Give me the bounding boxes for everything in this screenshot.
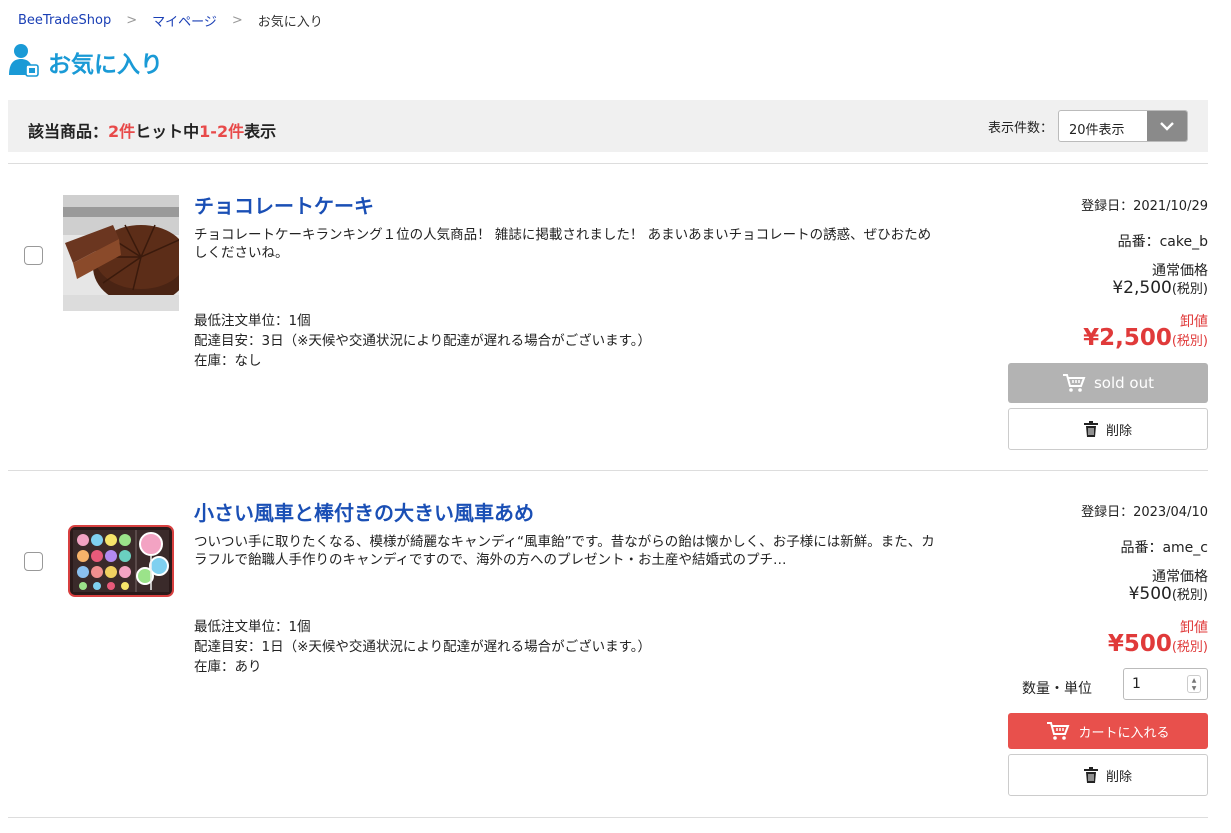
wholesale-price: ¥500(税別) (1107, 631, 1208, 657)
list-item: チョコレートケーキ チョコレートケーキランキング１位の人気商品！ 雑誌に掲載され… (8, 164, 1208, 470)
quantity-stepper[interactable]: 1 ▲ ▼ (1123, 668, 1208, 700)
item-checkbox[interactable] (24, 552, 43, 571)
regular-price-label: 通常価格 (1152, 263, 1208, 279)
delivery-estimate: 配達目安：1日（※天候や交通状況により配達が遅れる場合がございます。） (194, 639, 652, 655)
results-count: 該当商品：2件ヒット中1-2件表示 (28, 122, 277, 141)
min-order: 最低注文単位：1個 (194, 619, 311, 635)
regular-price-label: 通常価格 (1152, 569, 1208, 585)
min-order: 最低注文単位：1個 (194, 313, 311, 329)
delivery-estimate: 配達目安：3日（※天候や交通状況により配達が遅れる場合がございます。） (194, 333, 652, 349)
breadcrumb-current: お気に入り (257, 15, 323, 30)
wholesale-price: ¥2,500(税別) (1083, 325, 1208, 351)
quantity-value: 1 (1132, 676, 1141, 692)
chevron-right-icon: > (231, 13, 243, 28)
product-description: チョコレートケーキランキング１位の人気商品！ 雑誌に掲載されました！ あまいあま… (194, 227, 932, 261)
per-page-value: 20件表示 (1069, 123, 1125, 138)
chevron-right-icon: > (126, 13, 138, 28)
stock-status: 在庫：なし (194, 353, 262, 369)
product-sku: 品番：cake_b (1117, 234, 1208, 250)
trash-icon (1083, 767, 1098, 783)
chevron-down-icon (1147, 111, 1187, 141)
product-sku: 品番：ame_c (1120, 540, 1208, 556)
list-item: 小さい風車と棒付きの大きい風車あめ ついつい手に取りたくなる、模様が綺麗なキャン… (8, 471, 1208, 817)
spinner-icon[interactable]: ▲ ▼ (1187, 675, 1201, 693)
product-image-chocolate-cake[interactable] (63, 195, 189, 311)
breadcrumb: BeeTradeShop > マイページ > お気に入り (18, 11, 323, 30)
add-to-cart-button[interactable]: カートに入れる (1008, 713, 1208, 749)
product-name-link[interactable]: チョコレートケーキ (194, 190, 374, 219)
product-name-link[interactable]: 小さい風車と棒付きの大きい風車あめ (194, 497, 534, 526)
sold-out-button[interactable]: sold out (1008, 363, 1208, 403)
delete-button[interactable]: 削除 (1008, 408, 1208, 450)
registration-date: 登録日：2023/04/10 (1081, 505, 1208, 520)
user-icon (8, 42, 40, 82)
page-title: お気に入り (8, 42, 163, 82)
quantity-label: 数量・単位 (1022, 681, 1092, 697)
divider (8, 817, 1208, 818)
breadcrumb-mypage-link[interactable]: マイページ (152, 11, 217, 30)
per-page-select[interactable]: 20件表示 (1058, 110, 1188, 142)
breadcrumb-home-link[interactable]: BeeTradeShop (18, 13, 111, 28)
per-page-label: 表示件数： (988, 121, 1054, 136)
cart-icon (1062, 373, 1086, 393)
cart-icon (1046, 721, 1070, 741)
regular-price: ¥500(税別) (1128, 584, 1208, 604)
regular-price: ¥2,500(税別) (1112, 278, 1208, 298)
item-checkbox[interactable] (24, 246, 43, 265)
registration-date: 登録日：2021/10/29 (1081, 199, 1208, 214)
product-image-pinwheel-candy[interactable] (63, 502, 179, 618)
results-bar: 該当商品：2件ヒット中1-2件表示 表示件数： 20件表示 (8, 100, 1208, 152)
delete-button[interactable]: 削除 (1008, 754, 1208, 796)
page-title-text: お気に入り (48, 52, 163, 78)
stock-status: 在庫：あり (194, 659, 262, 675)
trash-icon (1083, 421, 1098, 437)
product-description: ついつい手に取りたくなる、模様が綺麗なキャンディ“風車飴”です。昔ながらの飴は懐… (194, 534, 935, 568)
